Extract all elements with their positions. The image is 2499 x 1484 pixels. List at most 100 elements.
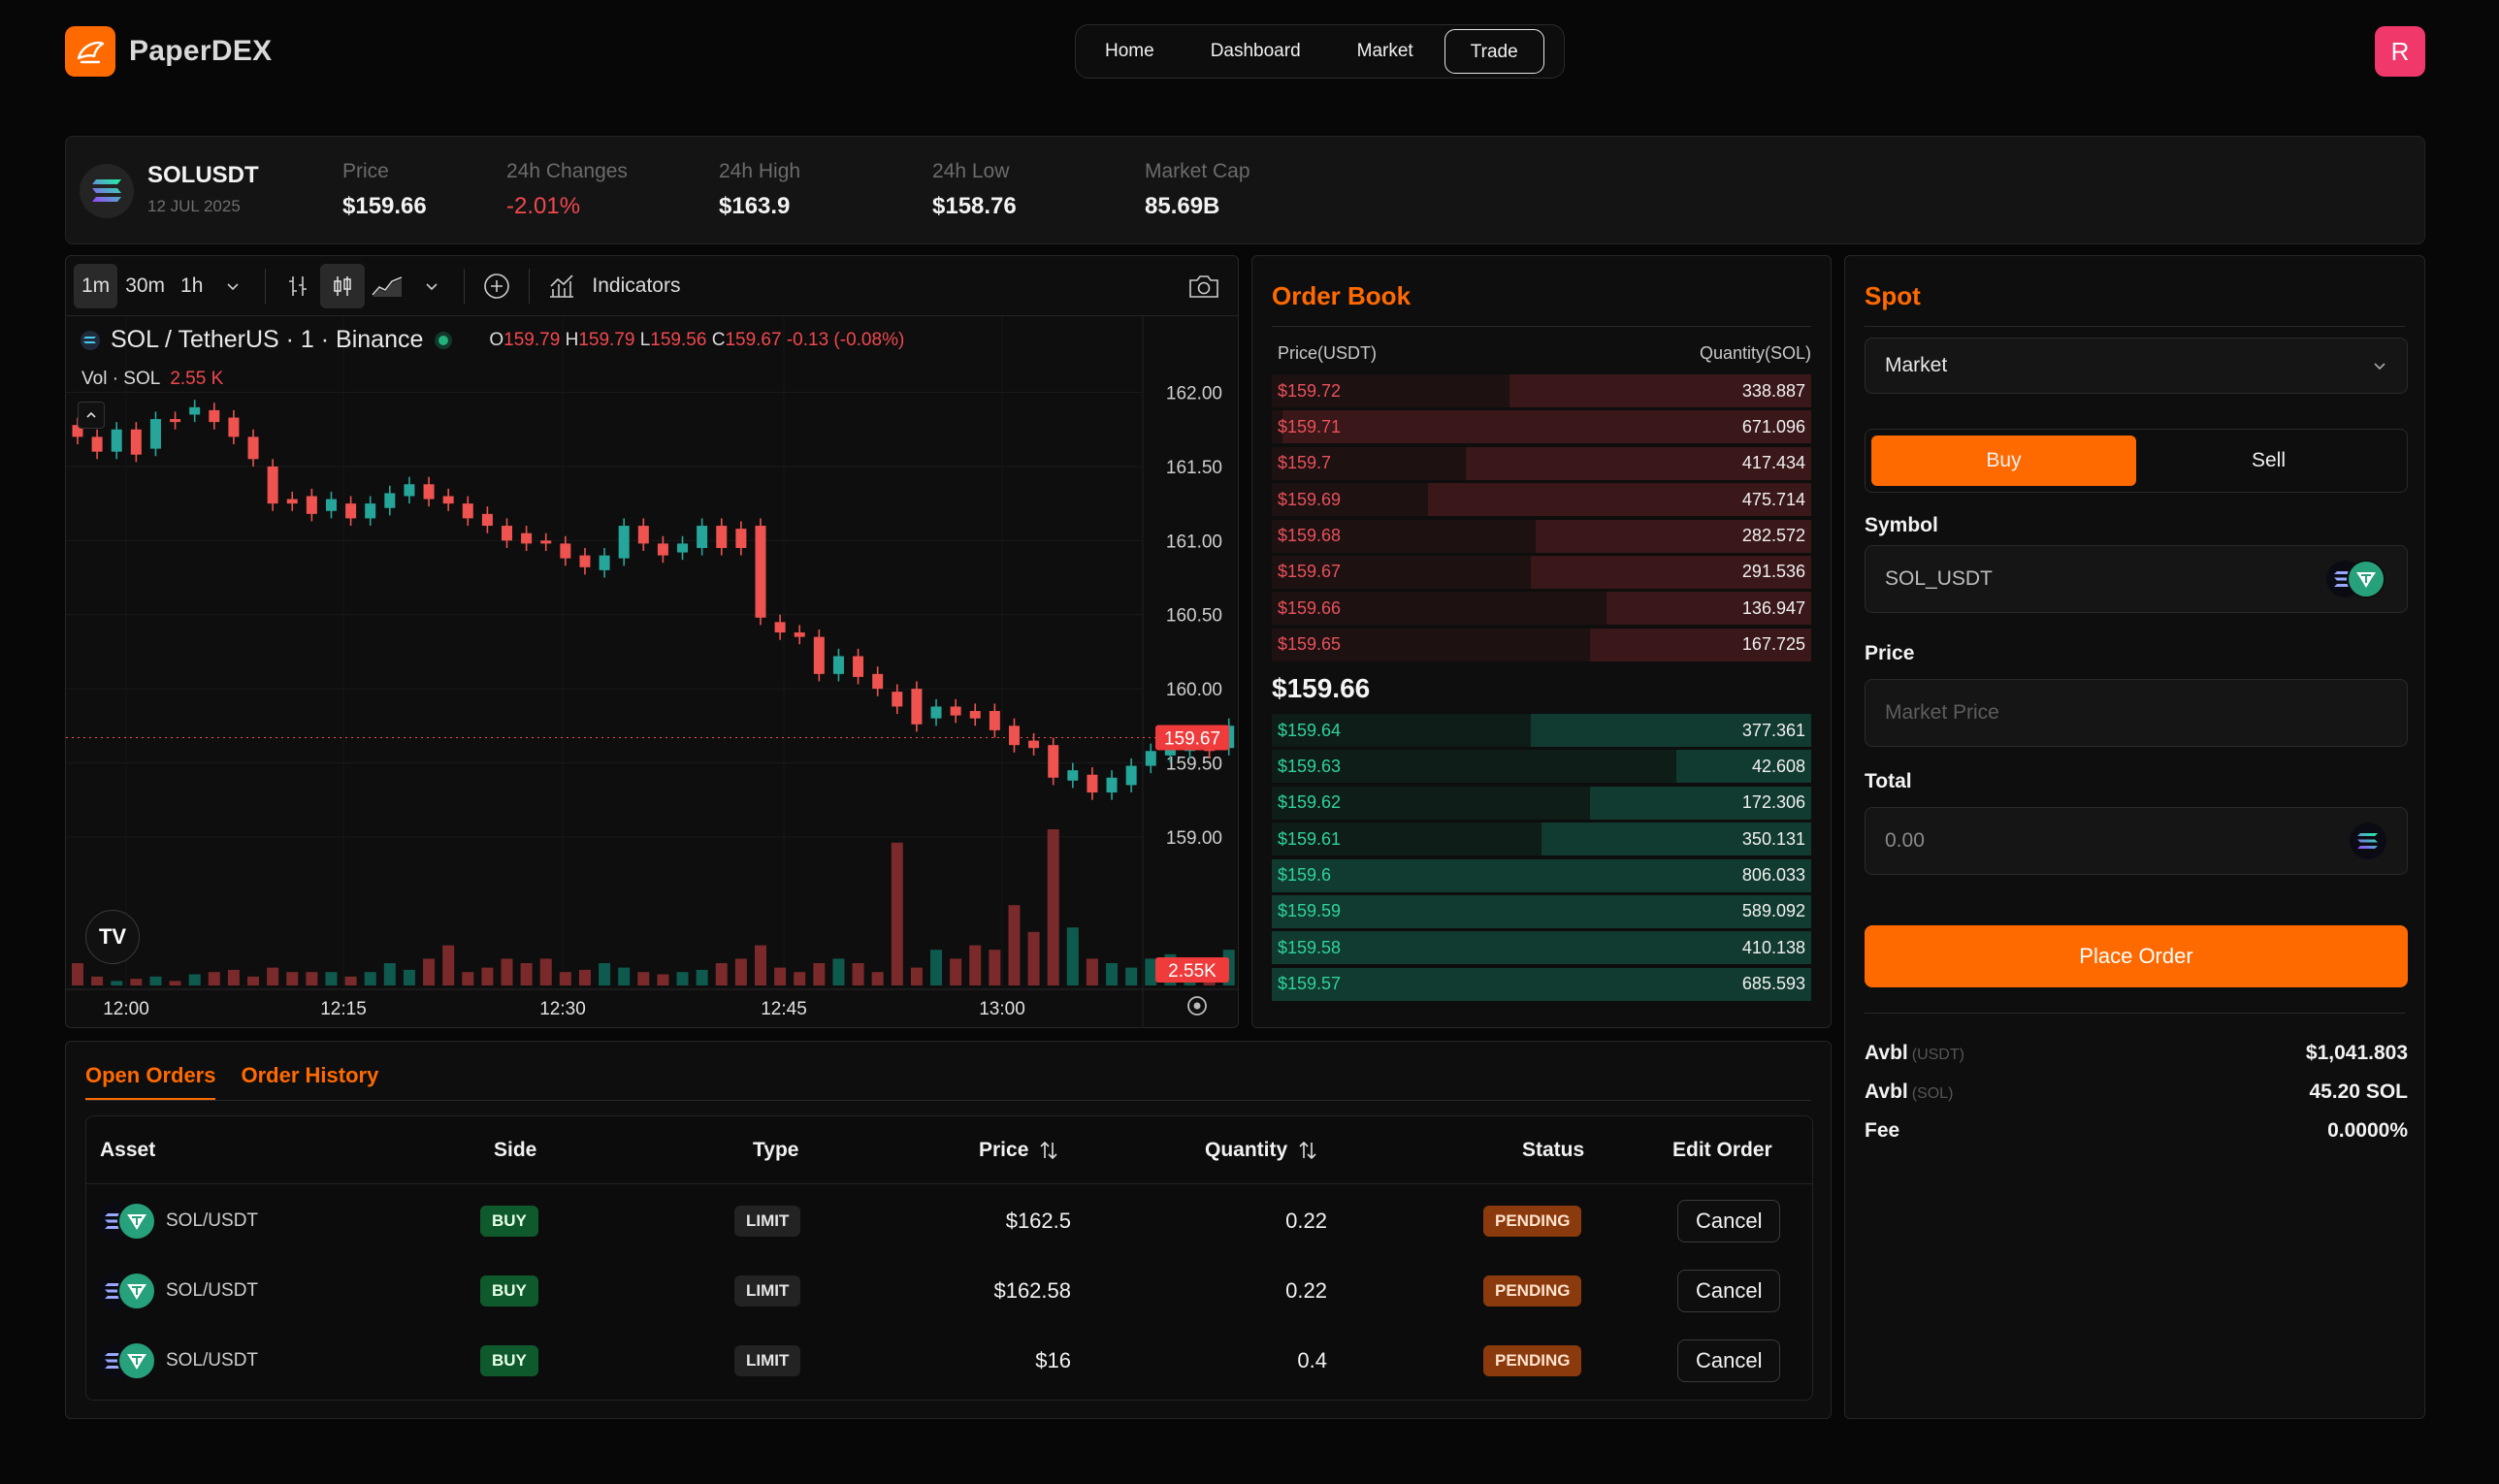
place-order-button[interactable]: Place Order — [1865, 925, 2408, 987]
ask-row[interactable]: $159.66 136.947 — [1272, 592, 1811, 626]
chevron-down-icon[interactable] — [409, 264, 454, 308]
chart-panel: 1m 30m 1h Indicators 162.00 161.50 161.0… — [65, 255, 1239, 1028]
asset-cell: SOL/USDT — [96, 1326, 258, 1395]
tradingview-logo[interactable]: TV — [85, 910, 140, 964]
interval-30m[interactable]: 30m — [117, 264, 173, 308]
app-logo[interactable]: PaperDEX — [65, 26, 272, 77]
order-quantity: 350.131 — [1741, 828, 1805, 849]
candlestick-chart[interactable]: 162.00 161.50 161.00 160.50 160.00 159.50 159.… — [66, 316, 1239, 1028]
cancel-button[interactable]: Cancel — [1677, 1199, 1781, 1242]
indicators-icon[interactable] — [539, 264, 584, 308]
candle-body — [657, 543, 668, 556]
camera-icon[interactable] — [1182, 264, 1226, 308]
chevron-down-icon[interactable] — [211, 264, 255, 308]
nav-trade[interactable]: Trade — [1444, 29, 1544, 74]
indicators-button[interactable]: Indicators — [584, 264, 688, 308]
candle-body — [1048, 745, 1059, 778]
volume-bar — [696, 969, 708, 985]
asset-header: Asset — [100, 1138, 156, 1161]
chart-symbol-title[interactable]: SOL / TetherUS · 1 · Binance — [111, 326, 423, 354]
cancel-button[interactable]: Cancel — [1677, 1269, 1781, 1312]
bid-row[interactable]: $159.63 42.608 — [1272, 750, 1811, 784]
bid-row[interactable]: $159.59 589.092 — [1272, 894, 1811, 928]
ticker-date: 12 JUL 2025 — [147, 197, 241, 215]
volume-bar — [539, 958, 552, 985]
order-price: $159.72 — [1278, 380, 1342, 401]
table-row: SOL/USDT BUY LIMIT $16 0.4 PENDING Cancel — [86, 1326, 1812, 1395]
bid-row[interactable]: $159.58 410.138 — [1272, 931, 1811, 965]
bid-row[interactable]: $159.57 685.593 — [1272, 967, 1811, 1001]
bid-row[interactable]: $159.64 377.361 — [1272, 714, 1811, 747]
price-cell: $162.58 — [993, 1277, 1071, 1303]
chart-legend: SOL / TetherUS · 1 · Binance O159.79 H15… — [80, 326, 904, 354]
order-type-select[interactable]: Market — [1865, 338, 2408, 394]
sol-usdt-icon — [97, 1340, 156, 1380]
stat-label: 24h Changes — [506, 160, 628, 182]
bid-row[interactable]: $159.6 806.033 — [1272, 858, 1811, 892]
ask-row[interactable]: $159.72 338.887 — [1272, 374, 1811, 407]
divider — [1865, 326, 2405, 327]
volume-bar — [832, 958, 845, 985]
ask-row[interactable]: $159.67 291.536 — [1272, 555, 1811, 589]
collapse-legend-button[interactable] — [78, 402, 105, 429]
volume-bar — [364, 972, 376, 985]
x-tick-label: 12:00 — [103, 999, 149, 1019]
interval-1m[interactable]: 1m — [74, 263, 118, 308]
volume-bar — [734, 958, 747, 985]
x-tick-label: 12:15 — [320, 999, 367, 1019]
ask-row[interactable]: $159.71 671.096 — [1272, 410, 1811, 444]
bid-row[interactable]: $159.62 172.306 — [1272, 786, 1811, 820]
status-cell: PENDING — [1483, 1256, 1582, 1325]
add-indicator-icon[interactable] — [474, 264, 519, 308]
bid-row[interactable]: $159.61 350.131 — [1272, 823, 1811, 856]
candle-body — [637, 526, 649, 544]
interval-1h[interactable]: 1h — [173, 264, 211, 308]
user-avatar[interactable]: R — [2375, 26, 2425, 77]
available-usdt-value: $1,041.803 — [2305, 1042, 2408, 1064]
candle-body — [521, 532, 533, 544]
area-chart-style-icon[interactable] — [365, 264, 409, 308]
volume-tag-label: 2.55K — [1168, 961, 1217, 982]
ask-row[interactable]: $159.65 167.725 — [1272, 628, 1811, 661]
sell-tab[interactable]: Sell — [2136, 436, 2401, 486]
symbol-field[interactable]: SOL_USDT — [1865, 545, 2408, 613]
price-input[interactable]: Market Price — [1865, 679, 2408, 747]
order-price: $159.63 — [1278, 756, 1342, 776]
tab-order-history[interactable]: Order History — [241, 1063, 378, 1100]
candle-body — [540, 540, 552, 544]
tab-open-orders[interactable]: Open Orders — [85, 1063, 216, 1100]
candle-body — [189, 406, 201, 415]
ask-row[interactable]: $159.68 282.572 — [1272, 519, 1811, 553]
nav-market[interactable]: Market — [1332, 29, 1439, 74]
order-quantity: 338.887 — [1741, 380, 1805, 401]
stat-label: Market Cap — [1145, 160, 1250, 182]
candle-chart-style-icon[interactable] — [320, 263, 366, 308]
price-header[interactable]: Price — [979, 1116, 1059, 1183]
nav-dashboard[interactable]: Dashboard — [1185, 29, 1326, 74]
bar-chart-style-icon[interactable] — [276, 264, 320, 308]
candle-body — [735, 529, 747, 548]
ohlc-values: O159.79 H159.79 L159.56 C159.67 -0.13 (-… — [489, 330, 904, 351]
ask-row[interactable]: $159.7 417.434 — [1272, 446, 1811, 480]
quantity-header[interactable]: Quantity — [1205, 1116, 1318, 1183]
order-quantity: 282.572 — [1741, 526, 1805, 546]
candle-body — [755, 526, 766, 618]
symbol-value: SOL_USDT — [1885, 567, 1993, 590]
app-name: PaperDEX — [129, 35, 273, 67]
buy-tab[interactable]: Buy — [1871, 436, 2136, 486]
candle-body — [247, 436, 259, 460]
order-price: $159.71 — [1278, 416, 1342, 436]
ask-row[interactable]: $159.69 475.714 — [1272, 483, 1811, 517]
total-input[interactable]: 0.00 — [1865, 807, 2408, 875]
volume-bar — [267, 967, 279, 985]
volume-bar — [111, 981, 123, 985]
cancel-button[interactable]: Cancel — [1677, 1339, 1781, 1382]
volume-bar — [247, 976, 260, 985]
nav-home[interactable]: Home — [1080, 29, 1180, 74]
fee-row: Fee 0.0000% — [1865, 1119, 2408, 1143]
table-row: SOL/USDT BUY LIMIT $162.58 0.22 PENDING Cancel — [86, 1256, 1812, 1325]
price-cell: $16 — [1035, 1347, 1071, 1372]
volume-bar — [188, 974, 201, 985]
candle-body — [911, 689, 923, 725]
candle-body — [149, 419, 161, 449]
